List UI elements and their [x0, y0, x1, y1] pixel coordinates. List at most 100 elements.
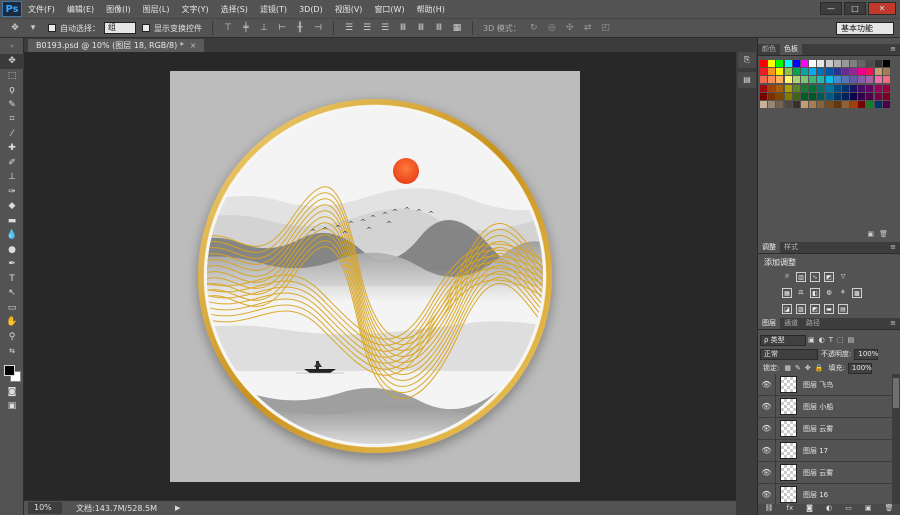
align-vcenter-icon[interactable]: ╪	[239, 22, 253, 34]
quick-select-tool-icon[interactable]: ✎	[0, 98, 24, 113]
color-swatch[interactable]	[800, 84, 808, 92]
color-swatch[interactable]	[858, 76, 866, 84]
delete-layer-icon[interactable]: 🗑	[885, 504, 894, 515]
lock-transparent-icon[interactable]: ▦	[784, 364, 791, 372]
color-swatch[interactable]	[768, 68, 776, 76]
lock-image-icon[interactable]: ✎	[795, 364, 801, 372]
layer-row[interactable]: 👁 图层 16	[758, 483, 892, 504]
panel-menu-icon[interactable]: ≡	[890, 45, 896, 53]
toolbox-collapse-icon[interactable]: »	[0, 38, 24, 54]
color-swatch[interactable]	[760, 84, 767, 92]
layers-scrollbar[interactable]	[892, 374, 900, 504]
menu-edit[interactable]: 编辑(E)	[61, 4, 100, 15]
dodge-tool-icon[interactable]: ●	[0, 243, 24, 258]
swap-colors-icon[interactable]: ⇆	[0, 344, 24, 359]
filter-pixel-icon[interactable]: ▣	[808, 336, 815, 344]
color-swatch[interactable]	[841, 60, 849, 67]
color-swatch[interactable]	[874, 68, 882, 76]
color-swatch[interactable]	[768, 60, 776, 67]
status-menu-arrow-icon[interactable]: ▶	[175, 504, 180, 512]
color-swatch[interactable]	[760, 60, 767, 67]
color-swatch[interactable]	[760, 68, 767, 76]
filter-adjust-icon[interactable]: ◐	[819, 336, 825, 344]
panel-menu-icon[interactable]: ≡	[890, 319, 896, 327]
layer-row[interactable]: 👁 图层 云雾	[758, 417, 892, 440]
color-swatch[interactable]	[833, 76, 841, 84]
color-swatch[interactable]	[784, 76, 792, 84]
menu-help[interactable]: 帮助(H)	[411, 4, 451, 15]
document-tab[interactable]: B0193.psd @ 10% (图层 18, RGB/8) * ×	[28, 39, 205, 52]
align-hcenter-icon[interactable]: ╫	[293, 22, 307, 34]
color-swatch[interactable]	[858, 60, 866, 67]
blur-tool-icon[interactable]: 💧	[0, 228, 24, 243]
filter-shape-icon[interactable]: ⬚	[837, 336, 844, 344]
color-swatch[interactable]	[825, 100, 833, 108]
menu-file[interactable]: 文件(F)	[22, 4, 61, 15]
minimize-button[interactable]: —	[820, 2, 842, 15]
distribute-bottom-icon[interactable]: ☰	[378, 22, 392, 34]
color-swatch[interactable]	[874, 60, 882, 67]
hue-saturation-icon[interactable]: ▦	[782, 288, 792, 298]
distribute-hcenter-icon[interactable]: Ⅲ	[414, 22, 428, 34]
color-swatch[interactable]	[858, 100, 866, 108]
tool-preset-dropdown-icon[interactable]: ▾	[26, 22, 40, 34]
color-swatch[interactable]	[809, 76, 817, 84]
roll-3d-icon[interactable]: ◎	[545, 22, 559, 34]
color-swatch[interactable]	[800, 60, 808, 67]
scrollbar-thumb[interactable]	[893, 378, 899, 408]
layer-row[interactable]: 👁 图层 云雾	[758, 461, 892, 484]
color-swatch[interactable]	[825, 76, 833, 84]
color-swatch[interactable]	[809, 92, 817, 100]
color-swatch[interactable]	[858, 68, 866, 76]
crop-tool-icon[interactable]: ⌗	[0, 112, 24, 127]
color-swatch[interactable]	[833, 60, 841, 67]
color-swatch[interactable]	[776, 60, 784, 67]
filter-smart-icon[interactable]: ▤	[848, 336, 855, 344]
delete-swatch-icon[interactable]: 🗑	[879, 230, 888, 238]
color-swatch[interactable]	[866, 60, 874, 67]
color-swatch[interactable]	[760, 100, 767, 108]
levels-icon[interactable]: ▥	[796, 272, 806, 282]
menu-window[interactable]: 窗口(W)	[368, 4, 410, 15]
tab-adjustments[interactable]: 调整	[758, 242, 780, 253]
slide-3d-icon[interactable]: ⇄	[581, 22, 595, 34]
color-swatch[interactable]	[850, 84, 858, 92]
color-swatch[interactable]	[874, 76, 882, 84]
layer-row[interactable]: 👁 图层 17	[758, 439, 892, 462]
visibility-eye-icon[interactable]: 👁	[758, 417, 776, 440]
color-lookup-icon[interactable]: ▩	[852, 288, 862, 298]
color-swatch[interactable]	[833, 68, 841, 76]
color-swatch[interactable]	[882, 100, 890, 108]
tab-color[interactable]: 颜色	[758, 44, 780, 55]
black-white-icon[interactable]: ◧	[810, 288, 820, 298]
color-swatch[interactable]	[833, 100, 841, 108]
foreground-color-swatch[interactable]	[4, 364, 15, 376]
color-swatch[interactable]	[768, 92, 776, 100]
pan-3d-icon[interactable]: ✣	[563, 22, 577, 34]
color-swatch[interactable]	[825, 92, 833, 100]
color-swatch[interactable]	[833, 84, 841, 92]
move-tool-icon[interactable]: ✥	[0, 54, 24, 69]
workspace-dropdown[interactable]: 基本功能	[836, 22, 894, 35]
canvas-area[interactable]	[24, 52, 736, 500]
color-swatch[interactable]	[874, 100, 882, 108]
distribute-top-icon[interactable]: ☰	[342, 22, 356, 34]
lock-position-icon[interactable]: ✥	[805, 364, 811, 372]
add-mask-icon[interactable]: ◙	[806, 504, 813, 515]
color-swatch[interactable]	[768, 76, 776, 84]
eraser-tool-icon[interactable]: ◆	[0, 199, 24, 214]
color-swatch[interactable]	[792, 100, 800, 108]
rectangle-tool-icon[interactable]: ▭	[0, 301, 24, 316]
layer-row[interactable]: 👁 图层 小船	[758, 395, 892, 418]
menu-type[interactable]: 文字(Y)	[175, 4, 214, 15]
move-tool-icon[interactable]: ✥	[8, 22, 22, 34]
selective-color-icon[interactable]: ▤	[838, 304, 848, 314]
color-swatch[interactable]	[882, 60, 890, 67]
brightness-icon[interactable]: ☼	[782, 272, 792, 282]
color-swatch[interactable]	[760, 92, 767, 100]
color-swatch[interactable]	[850, 100, 858, 108]
hand-tool-icon[interactable]: ✋	[0, 315, 24, 330]
color-swatch[interactable]	[825, 84, 833, 92]
color-swatch[interactable]	[882, 68, 890, 76]
color-swatch[interactable]	[760, 76, 767, 84]
